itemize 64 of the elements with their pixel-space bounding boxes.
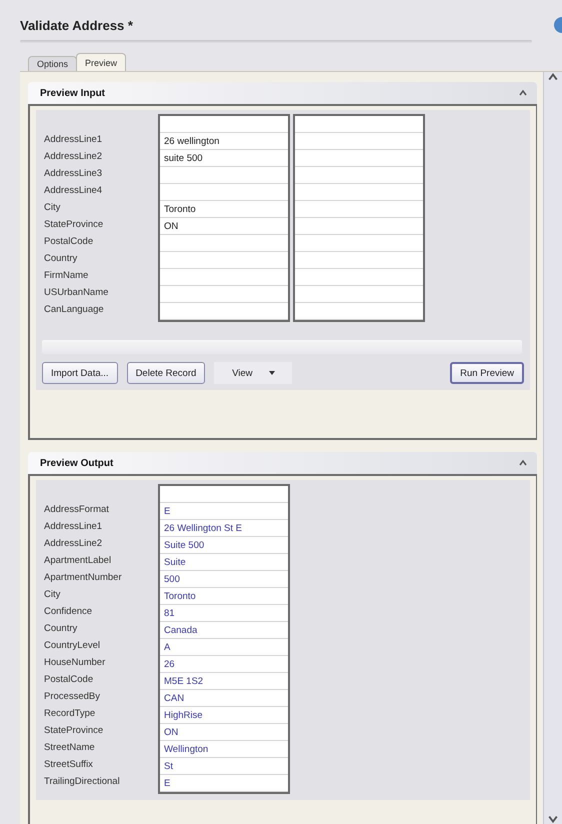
action-button[interactable]: Import Data...	[42, 362, 118, 384]
value-cell[interactable]: Wellington	[160, 741, 288, 758]
field-label: StreetName	[43, 741, 96, 755]
field-label: FirmName	[43, 269, 90, 283]
value-cell[interactable]: Canada	[160, 622, 288, 639]
field-label: CountryLevel	[43, 639, 101, 653]
tab[interactable]: Preview	[76, 53, 126, 71]
field-label: StateProvince	[43, 218, 104, 232]
value-cell[interactable]: HighRise	[160, 707, 288, 724]
field-label: City	[43, 588, 62, 602]
section-title: Preview Output	[40, 458, 114, 468]
value-cell[interactable]: Toronto	[160, 201, 288, 218]
field-label: ProcessedBy	[43, 690, 101, 704]
collapse-icon[interactable]	[519, 459, 527, 467]
field-label: HouseNumber	[43, 656, 106, 670]
view-dropdown[interactable]: View	[214, 362, 292, 384]
value-cell[interactable]: 500	[160, 571, 288, 588]
field-label: RecordType	[43, 707, 96, 721]
value-cell[interactable]: suite 500	[160, 150, 288, 167]
collapse-icon[interactable]	[519, 89, 527, 97]
value-cell[interactable]: CAN	[160, 690, 288, 707]
value-cell[interactable]: 26 Wellington St E	[160, 520, 288, 537]
value-cell[interactable]: E	[160, 503, 288, 520]
value-cell[interactable]: 26	[160, 656, 288, 673]
field-label: Country	[43, 622, 78, 636]
value-cell[interactable]: A	[160, 639, 288, 656]
field-label: City	[43, 201, 62, 215]
value-cell[interactable]: Suite	[160, 554, 288, 571]
field-label: Country	[43, 252, 78, 266]
tab[interactable]: Options	[28, 56, 78, 71]
caret-icon	[268, 371, 274, 375]
window-title: Validate Address *	[20, 18, 133, 32]
value-cell[interactable]: E	[160, 775, 288, 792]
field-label: AddressLine4	[43, 184, 104, 198]
help-icon[interactable]	[552, 16, 562, 34]
value-cell[interactable]: 81	[160, 605, 288, 622]
scroll-up-icon[interactable]	[548, 72, 558, 82]
value-cell[interactable]: 26 wellington	[160, 133, 288, 150]
field-label: AddressLine3	[43, 167, 104, 181]
value-cell[interactable]: M5E 1S2	[160, 673, 288, 690]
field-label: AddressLine2	[43, 150, 104, 164]
field-label: AddressLine1	[43, 520, 104, 534]
action-button[interactable]: Run Preview	[450, 362, 524, 384]
section-title: Preview Input	[40, 88, 106, 98]
field-label: Confidence	[43, 605, 94, 619]
action-button[interactable]: Delete Record	[126, 362, 206, 384]
field-label: PostalCode	[43, 235, 94, 249]
field-label: AddressLine1	[43, 133, 104, 147]
value-cell[interactable]: ON	[160, 724, 288, 741]
field-label: CanLanguage	[43, 303, 105, 317]
field-label: ApartmentLabel	[43, 554, 112, 568]
value-cell[interactable]: Toronto	[160, 588, 288, 605]
field-label: USUrbanName	[43, 286, 110, 300]
field-label: AddressLine2	[43, 537, 104, 551]
field-label: AddressFormat	[43, 503, 110, 517]
field-label: StreetSuffix	[43, 758, 94, 772]
field-label: ApartmentNumber	[43, 571, 123, 585]
value-cell[interactable]: ON	[160, 218, 288, 235]
value-cell[interactable]: Suite 500	[160, 537, 288, 554]
scroll-down-icon[interactable]	[548, 814, 558, 824]
field-label: TrailingDirectional	[43, 775, 121, 789]
field-label: StateProvince	[43, 724, 104, 738]
field-label: PostalCode	[43, 673, 94, 687]
value-cell[interactable]: St	[160, 758, 288, 775]
